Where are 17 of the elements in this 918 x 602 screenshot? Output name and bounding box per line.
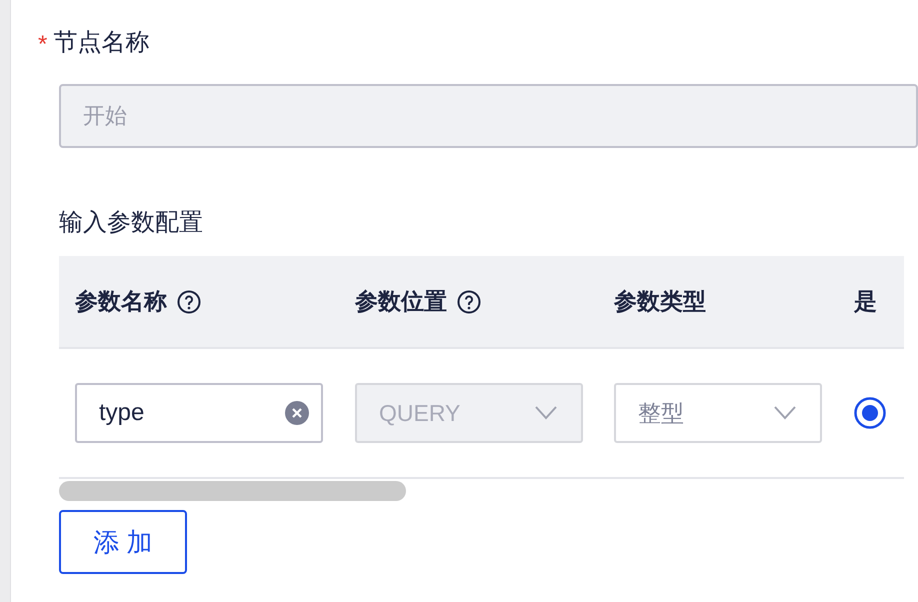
section-title: 输入参数配置 xyxy=(59,208,204,238)
scrollbar-thumb[interactable] xyxy=(59,481,406,501)
chevron-down-icon xyxy=(535,406,557,420)
radio-button[interactable] xyxy=(854,397,886,429)
column-header: 参数类型 xyxy=(614,287,706,316)
select-field[interactable]: 整型 xyxy=(614,383,822,443)
help-icon[interactable] xyxy=(177,290,201,314)
field-label: 节点名称 xyxy=(53,28,150,58)
required-mark: * xyxy=(38,33,48,57)
text-input[interactable]: type xyxy=(75,383,323,443)
column-header: 参数位置 xyxy=(355,287,447,316)
chevron-down-icon xyxy=(774,406,796,420)
help-icon[interactable] xyxy=(457,290,481,314)
add-button[interactable]: 添 加 xyxy=(59,510,187,574)
column-header: 是 xyxy=(854,287,877,316)
clear-icon[interactable] xyxy=(285,401,309,425)
column-header: 参数名称 xyxy=(75,287,167,316)
